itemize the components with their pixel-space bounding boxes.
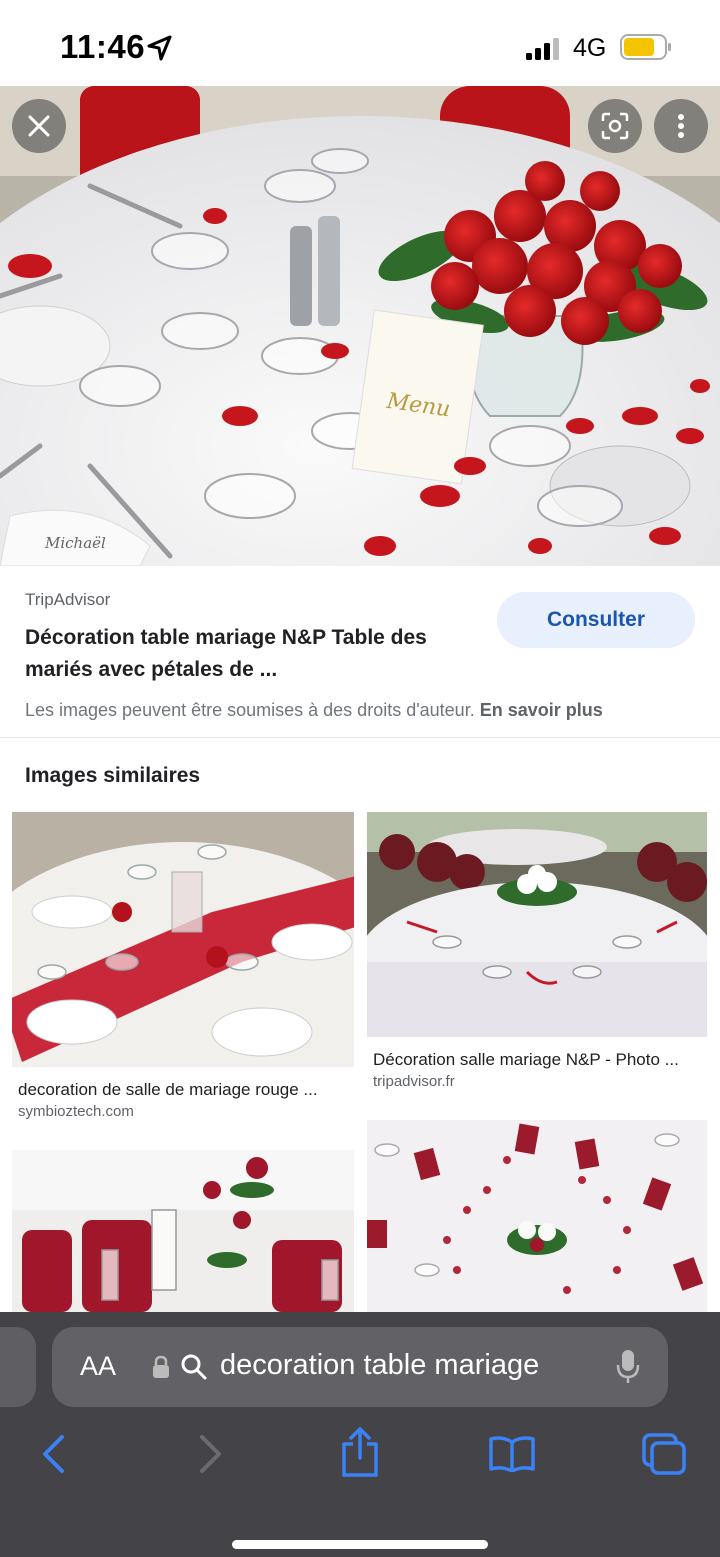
lock-icon <box>153 1355 169 1378</box>
home-indicator[interactable] <box>232 1540 488 1549</box>
previous-tab-peek[interactable] <box>0 1327 36 1407</box>
similar-images-heading: Images similaires <box>25 764 201 787</box>
divider <box>0 737 720 738</box>
search-query: decoration table mariage <box>220 1349 540 1381</box>
similar-domain-1: symbioztech.com <box>18 1103 134 1120</box>
similar-thumb-4[interactable] <box>367 1120 707 1312</box>
similar-domain-2: tripadvisor.fr <box>373 1073 455 1090</box>
similar-caption-1[interactable]: decoration de salle de mariage rouge ... <box>18 1080 348 1100</box>
thumb-1-photo <box>12 812 354 1067</box>
search-icon <box>181 1354 207 1380</box>
copyright-text: Les images peuvent être soumises à des d… <box>25 700 475 720</box>
back-icon[interactable] <box>40 1434 68 1474</box>
close-button[interactable] <box>12 99 66 153</box>
lens-button[interactable] <box>588 99 642 153</box>
learn-more-link[interactable]: En savoir plus <box>480 700 603 720</box>
more-icon <box>678 114 684 138</box>
thumb-4-photo <box>367 1120 707 1312</box>
address-bar[interactable]: AA decoration table mariage <box>52 1327 668 1407</box>
copyright-notice: Les images peuvent être soumises à des d… <box>25 700 603 721</box>
thumb-2-photo <box>367 812 707 1037</box>
tabs-icon[interactable] <box>641 1432 687 1476</box>
close-icon <box>28 115 50 137</box>
result-title[interactable]: Décoration table mariage N&P Table des m… <box>25 622 485 686</box>
browser-toolbar: AA decoration table mariage <box>0 1312 720 1557</box>
bookmarks-icon[interactable] <box>488 1436 536 1472</box>
thumb-3-photo <box>12 1150 354 1312</box>
result-image[interactable]: Menu Michaël <box>0 86 720 566</box>
status-bar: 11:46 4G <box>0 0 720 86</box>
table-photo: Menu Michaël <box>0 86 720 566</box>
share-icon[interactable] <box>340 1426 380 1478</box>
status-time: 11:46 <box>60 28 146 65</box>
battery-icon <box>620 34 671 60</box>
similar-thumb-2[interactable] <box>367 812 707 1037</box>
similar-thumb-3[interactable] <box>12 1150 354 1312</box>
signal-icon <box>526 38 559 60</box>
forward-icon[interactable] <box>196 1434 224 1474</box>
mic-icon[interactable] <box>616 1349 640 1385</box>
text-size-label: AA <box>80 1351 117 1381</box>
more-button[interactable] <box>654 99 708 153</box>
lens-icon <box>601 112 629 140</box>
consult-button[interactable]: Consulter <box>497 592 695 648</box>
similar-caption-2[interactable]: Décoration salle mariage N&P - Photo ... <box>373 1050 703 1070</box>
network-label: 4G <box>573 34 607 62</box>
napkin-text: Michaël <box>44 534 106 552</box>
result-source: TripAdvisor <box>25 590 111 609</box>
similar-thumb-1[interactable] <box>12 812 354 1067</box>
text-size-button[interactable]: AA <box>80 1351 116 1382</box>
location-arrow-icon <box>147 35 172 61</box>
